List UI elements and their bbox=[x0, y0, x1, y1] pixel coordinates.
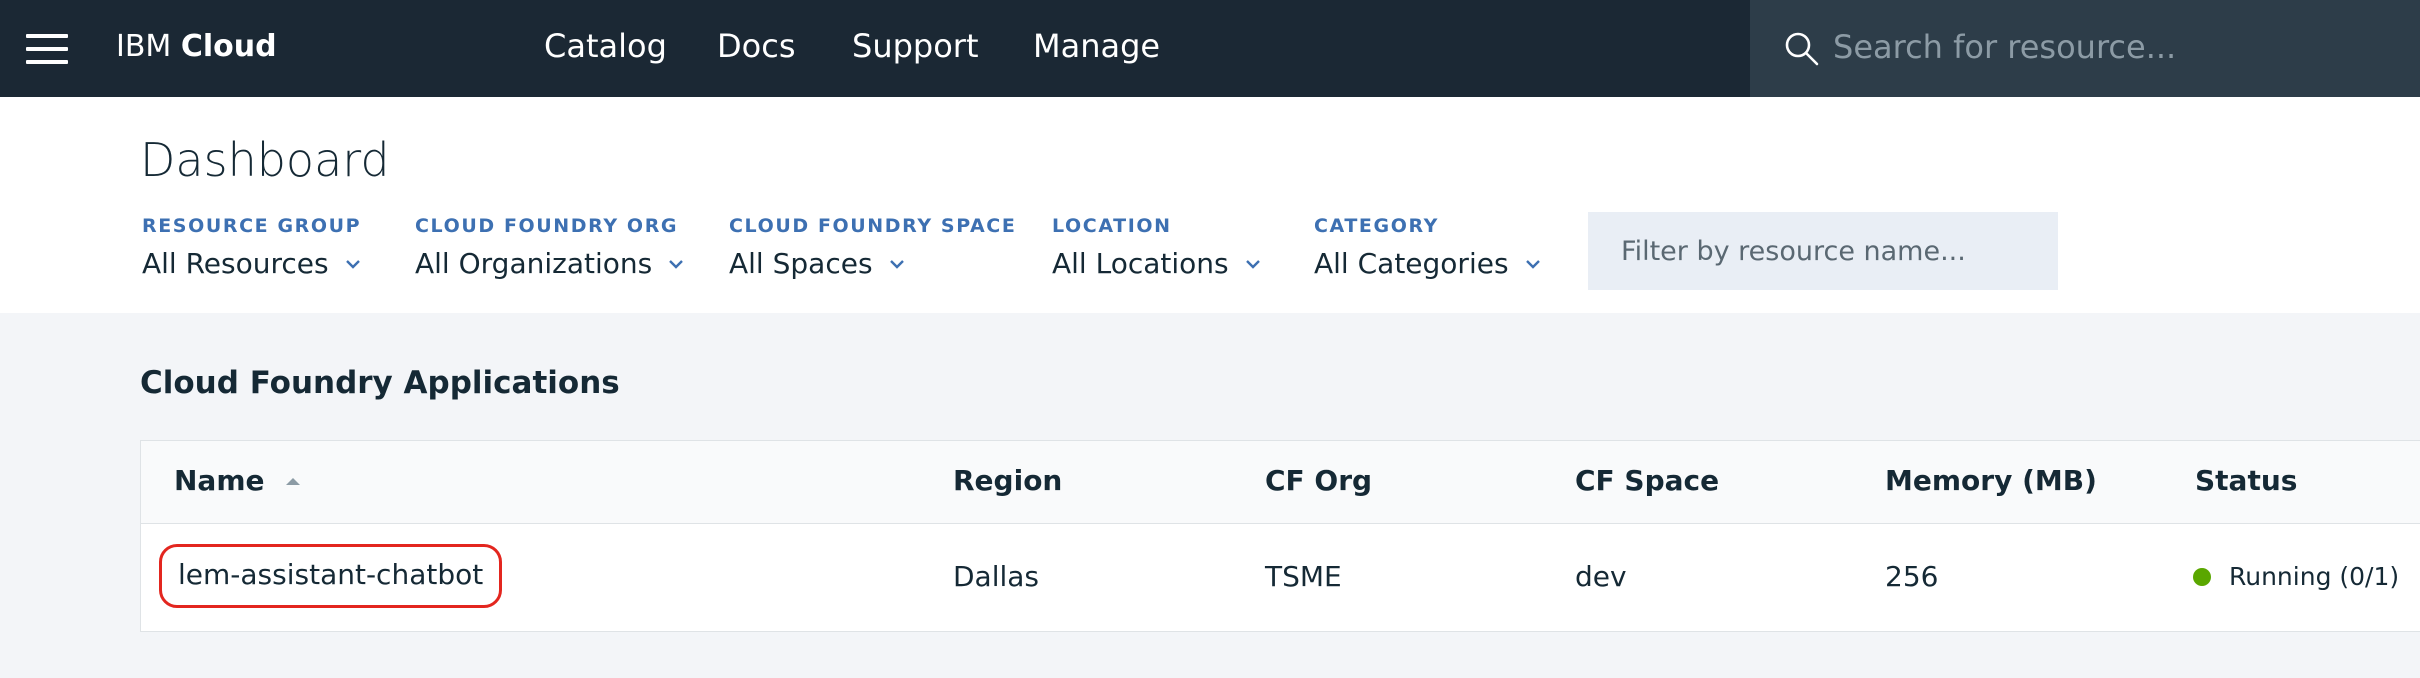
filter-label: CLOUD FOUNDRY SPACE bbox=[729, 215, 1017, 237]
column-header-region[interactable]: Region bbox=[953, 464, 1062, 497]
filter-value-text: All Locations bbox=[1052, 247, 1229, 280]
filter-category[interactable]: CATEGORY All Categories bbox=[1314, 215, 1541, 280]
column-header-memory[interactable]: Memory (MB) bbox=[1885, 464, 2097, 497]
nav-manage[interactable]: Manage bbox=[1033, 27, 1160, 65]
chevron-down-icon bbox=[669, 259, 684, 269]
app-name-link[interactable]: lem-assistant-chatbot bbox=[159, 544, 503, 608]
filter-cf-space[interactable]: CLOUD FOUNDRY SPACE All Spaces bbox=[729, 215, 1016, 280]
brand-prefix: IBM bbox=[116, 29, 172, 64]
global-search-input[interactable]: Search for resource... bbox=[1750, 0, 2420, 97]
filter-cf-org[interactable]: CLOUD FOUNDRY ORG All Organizations bbox=[415, 215, 684, 280]
section-title: Cloud Foundry Applications bbox=[140, 365, 620, 401]
top-nav-bar: IBM Cloud Catalog Docs Support Manage Se… bbox=[0, 0, 2420, 97]
column-header-status[interactable]: Status bbox=[2195, 464, 2297, 497]
cell-memory: 256 bbox=[1885, 560, 1939, 593]
filter-value[interactable]: All Organizations bbox=[415, 247, 684, 280]
column-header-label: Name bbox=[174, 464, 265, 497]
filter-label: CLOUD FOUNDRY ORG bbox=[415, 215, 679, 237]
column-header-name[interactable]: Name bbox=[174, 464, 301, 497]
filter-value[interactable]: All Resources bbox=[142, 247, 361, 280]
chevron-down-icon bbox=[345, 259, 360, 269]
filter-value[interactable]: All Locations bbox=[1052, 247, 1261, 280]
filter-resource-group[interactable]: RESOURCE GROUP All Resources bbox=[142, 215, 361, 280]
status-text: Running (0/1) bbox=[2229, 562, 2400, 591]
cell-cf-org: TSME bbox=[1265, 560, 1342, 593]
chevron-down-icon bbox=[889, 259, 904, 269]
filter-value-text: All Organizations bbox=[415, 247, 653, 280]
status-dot-icon bbox=[2193, 567, 2211, 586]
page-title: Dashboard bbox=[140, 133, 390, 187]
search-icon bbox=[1785, 32, 1819, 66]
sort-ascending-icon bbox=[285, 477, 300, 485]
cell-cf-space: dev bbox=[1575, 560, 1627, 593]
filter-label: CATEGORY bbox=[1314, 215, 1440, 237]
chevron-down-icon bbox=[1245, 259, 1260, 269]
column-header-cf-org[interactable]: CF Org bbox=[1265, 464, 1372, 497]
filter-value[interactable]: All Categories bbox=[1314, 247, 1541, 280]
table-row[interactable]: lem-assistant-chatbot Dallas TSME dev 25… bbox=[141, 524, 2420, 631]
filter-value-text: All Categories bbox=[1314, 247, 1509, 280]
filter-input-placeholder: Filter by resource name... bbox=[1621, 236, 1966, 267]
filter-label: RESOURCE GROUP bbox=[142, 215, 362, 237]
chevron-down-icon bbox=[1525, 259, 1540, 269]
nav-docs[interactable]: Docs bbox=[717, 27, 795, 65]
filter-value-text: All Resources bbox=[142, 247, 329, 280]
cell-region: Dallas bbox=[953, 560, 1040, 593]
nav-support[interactable]: Support bbox=[852, 27, 979, 65]
nav-catalog[interactable]: Catalog bbox=[544, 27, 667, 65]
resource-name-filter-input[interactable]: Filter by resource name... bbox=[1588, 212, 2058, 290]
table-header: Name Region CF Org CF Space Memory (MB) … bbox=[141, 441, 2420, 524]
brand-name: Cloud bbox=[180, 29, 277, 64]
filter-value[interactable]: All Spaces bbox=[729, 247, 1016, 280]
filter-location[interactable]: LOCATION All Locations bbox=[1052, 215, 1261, 280]
filter-value-text: All Spaces bbox=[729, 247, 873, 280]
filter-label: LOCATION bbox=[1052, 215, 1172, 237]
dashboard-header: Dashboard RESOURCE GROUP All Resources C… bbox=[0, 97, 2420, 313]
hamburger-menu-icon[interactable] bbox=[26, 32, 68, 66]
status-badge: Running (0/1) bbox=[2193, 562, 2399, 591]
search-placeholder: Search for resource... bbox=[1833, 28, 2177, 66]
brand-logo[interactable]: IBM Cloud bbox=[116, 29, 277, 64]
applications-table: Name Region CF Org CF Space Memory (MB) … bbox=[140, 440, 2420, 632]
column-header-cf-space[interactable]: CF Space bbox=[1575, 464, 1719, 497]
